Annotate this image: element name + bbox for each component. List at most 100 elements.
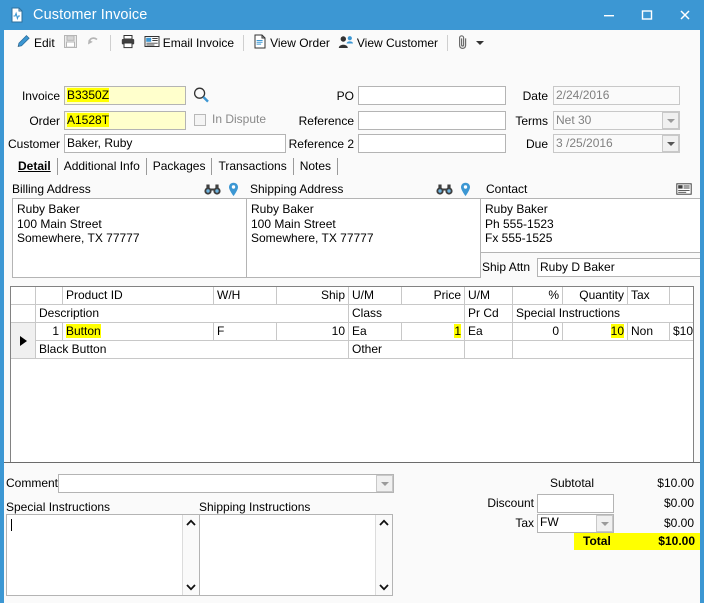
tab-packages[interactable]: Packages	[147, 158, 213, 175]
email-invoice-button[interactable]: Email Invoice	[140, 30, 238, 56]
grid-head-special-instructions[interactable]: Special Instructions	[513, 305, 694, 323]
billing-binoculars-icon[interactable]	[204, 183, 221, 199]
cell-description[interactable]: Black Button	[36, 341, 349, 359]
minimize-button[interactable]	[590, 0, 628, 30]
special-instructions-textarea[interactable]	[6, 514, 200, 596]
user-icon	[338, 35, 354, 52]
text-caret	[11, 519, 12, 531]
special-instructions-scrollbar[interactable]	[182, 515, 199, 595]
grid-head-prcd[interactable]: Pr Cd	[465, 305, 513, 323]
cell-um1[interactable]: Ea	[349, 323, 402, 341]
tab-bar: Detail Additional Info Packages Transact…	[12, 158, 338, 175]
invoice-document-icon	[9, 7, 25, 23]
email-icon	[144, 35, 160, 51]
reference2-label: Reference 2	[244, 136, 354, 152]
comment-input[interactable]	[58, 474, 394, 493]
terms-select[interactable]: Net 30	[553, 111, 680, 130]
chevron-down-icon[interactable]	[376, 579, 392, 595]
print-icon	[120, 34, 136, 52]
tab-additional-info[interactable]: Additional Info	[58, 158, 147, 175]
grid-head-quantity[interactable]: Quantity	[563, 287, 628, 305]
date-input[interactable]: 2/24/2016	[553, 86, 680, 105]
due-dropdown-arrow[interactable]	[662, 135, 679, 152]
customer-label: Customer	[4, 136, 60, 152]
grid-head-price[interactable]: Price	[402, 287, 465, 305]
discount-label: Discount	[444, 496, 534, 510]
contact-title: Contact	[486, 182, 527, 196]
tab-transactions[interactable]: Transactions	[212, 158, 293, 175]
chevron-up-icon[interactable]	[376, 515, 392, 531]
discount-input[interactable]	[537, 494, 614, 513]
grid-head-pct[interactable]: %	[513, 287, 563, 305]
shipping-address-text[interactable]: Ruby Baker 100 Main Street Somewhere, TX…	[246, 198, 481, 278]
in-dispute-checkbox[interactable]	[194, 114, 206, 126]
cell-quantity[interactable]: 10	[563, 323, 628, 341]
cell-amount[interactable]: $10.00	[670, 323, 694, 341]
toolbar-separator-2	[243, 35, 244, 51]
close-button[interactable]	[666, 0, 704, 30]
grid-head2-corner	[11, 305, 36, 323]
contact-card-icon[interactable]	[676, 183, 692, 198]
undo-button[interactable]	[82, 30, 105, 56]
attachment-button[interactable]	[453, 30, 488, 56]
chevron-down-icon[interactable]	[183, 579, 199, 595]
pencil-icon	[16, 34, 31, 52]
view-customer-button[interactable]: View Customer	[334, 30, 442, 56]
email-invoice-label: Email Invoice	[163, 36, 234, 50]
due-input[interactable]: 3 /25/2016	[553, 134, 680, 153]
save-button[interactable]	[59, 30, 82, 56]
header-form: Invoice B3350Z Order A1528T In Dispute C…	[4, 56, 700, 126]
ship-attn-input[interactable]: Ruby D Baker	[537, 258, 700, 277]
chevron-down-icon[interactable]	[476, 41, 484, 45]
shipping-instructions-textarea[interactable]	[199, 514, 393, 596]
grid-head-um2[interactable]: U/M	[465, 287, 513, 305]
chevron-up-icon[interactable]	[183, 515, 199, 531]
terms-dropdown-arrow[interactable]	[662, 112, 679, 129]
shipping-instructions-scrollbar[interactable]	[375, 515, 392, 595]
line-items-grid[interactable]: Product ID W/H Ship U/M Price U/M % Quan…	[10, 286, 694, 488]
cell-um2[interactable]: Ea	[465, 323, 513, 341]
cell-class[interactable]: Other	[349, 341, 465, 359]
grid-head-product-id[interactable]: Product ID	[63, 287, 214, 305]
cell-line-number[interactable]: 1	[36, 323, 63, 341]
edit-label: Edit	[34, 36, 55, 50]
contact-text[interactable]: Ruby Baker Ph 555-1523 Fx 555-1525	[480, 198, 700, 253]
grid-head-class[interactable]: Class	[349, 305, 465, 323]
edit-button[interactable]: Edit	[12, 30, 59, 56]
subtotal-value: $10.00	[604, 476, 694, 490]
invoice-input[interactable]: B3350Z	[64, 86, 186, 105]
maximize-button[interactable]	[628, 0, 666, 30]
shipping-address-title: Shipping Address	[250, 182, 343, 196]
grid-head-wh[interactable]: W/H	[214, 287, 277, 305]
paperclip-icon	[457, 34, 469, 53]
cell-ship[interactable]: 10	[277, 323, 349, 341]
grid-head-um1[interactable]: U/M	[349, 287, 402, 305]
tab-detail[interactable]: Detail	[12, 158, 58, 175]
cell-special-instructions[interactable]	[513, 341, 694, 359]
cell-wh[interactable]: F	[214, 323, 277, 341]
bottom-panel: Comment Special Instructions Shipping In…	[4, 462, 700, 603]
view-order-button[interactable]: View Order	[249, 30, 334, 56]
grid-head-amount[interactable]: Amount	[670, 287, 694, 305]
undo-icon	[86, 34, 101, 52]
grid-head-ship[interactable]: Ship	[277, 287, 349, 305]
search-icon[interactable]	[192, 86, 211, 108]
cell-tax[interactable]: Non	[628, 323, 670, 341]
cell-price[interactable]: 1	[402, 323, 465, 341]
row-selector[interactable]	[11, 323, 36, 359]
grid-head-tax[interactable]: Tax	[628, 287, 670, 305]
tax-amount: $0.00	[604, 516, 694, 530]
order-input[interactable]: A1528T	[64, 111, 186, 130]
shipping-binoculars-icon[interactable]	[436, 183, 453, 199]
grid-head-description[interactable]: Description	[36, 305, 349, 323]
comment-dropdown-arrow[interactable]	[376, 475, 393, 492]
shipping-instructions-label: Shipping Instructions	[199, 500, 310, 514]
tab-notes[interactable]: Notes	[294, 158, 338, 175]
billing-address-text[interactable]: Ruby Baker 100 Main Street Somewhere, TX…	[12, 198, 247, 278]
print-button[interactable]	[116, 30, 140, 56]
cell-pct[interactable]: 0	[513, 323, 563, 341]
reference-label: Reference	[244, 113, 354, 129]
cell-prcd[interactable]	[465, 341, 513, 359]
address-panels: Billing Address Ruby Baker 100 Main Stre…	[10, 180, 694, 284]
cell-product-id[interactable]: Button	[63, 323, 214, 341]
